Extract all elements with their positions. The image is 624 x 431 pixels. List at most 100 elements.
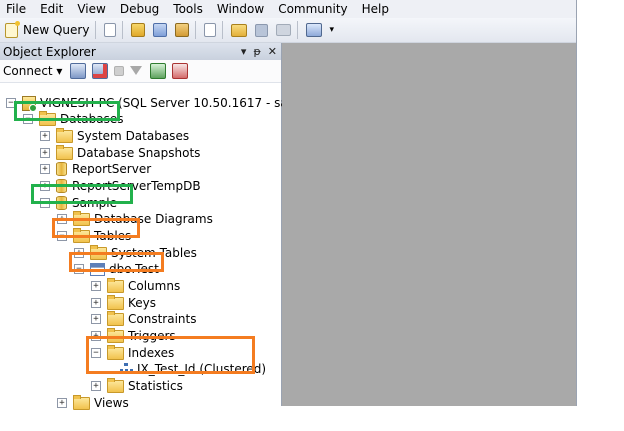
folder-icon	[56, 127, 73, 143]
expand-icon[interactable]: +	[57, 214, 67, 224]
refresh-icon[interactable]	[150, 63, 167, 79]
tree-node-label: Database Diagrams	[94, 212, 213, 226]
collapse-icon[interactable]: −	[6, 98, 16, 108]
menu-edit[interactable]: Edit	[33, 0, 70, 18]
menu-file[interactable]: File	[0, 0, 33, 18]
index-icon	[120, 363, 133, 375]
connect-object-explorer-icon[interactable]	[70, 63, 87, 79]
tree-node-views[interactable]: + Views	[57, 394, 129, 411]
expand-icon[interactable]: +	[91, 281, 101, 291]
tree-node-indexes[interactable]: − Indexes	[91, 344, 175, 361]
tree-node-statistics[interactable]: + Statistics	[91, 377, 183, 394]
tree-node-vignesh-pc-sql-server-10-50-1617-sa[interactable]: − VIGNESH-PC (SQL Server 10.50.1617 - sa)	[6, 95, 293, 112]
collapse-icon[interactable]: −	[57, 231, 67, 241]
tree-node-constraints[interactable]: + Constraints	[91, 310, 196, 327]
folder-icon	[56, 144, 73, 160]
folder-icon	[90, 244, 107, 260]
menu-tools[interactable]: Tools	[166, 0, 210, 18]
tree-node-database-diagrams[interactable]: + Database Diagrams	[57, 210, 213, 227]
menu-window[interactable]: Window	[210, 0, 271, 18]
tree-node-database-snapshots[interactable]: + Database Snapshots	[40, 144, 201, 161]
connect-dropdown[interactable]: Connect ▾	[3, 64, 62, 78]
expand-icon[interactable]: +	[40, 131, 50, 141]
expand-icon[interactable]: +	[91, 331, 101, 341]
window-edge	[576, 0, 577, 406]
menu-help[interactable]: Help	[355, 0, 396, 18]
folder-icon	[73, 394, 90, 410]
menu-view[interactable]: View	[70, 0, 112, 18]
new-query-icon	[5, 20, 20, 38]
tree-node-label: Indexes	[128, 346, 175, 360]
toolbar-overflow-icon[interactable]: ▾	[329, 25, 334, 35]
folder-icon	[107, 310, 124, 326]
object-explorer-panel: Object Explorer ▾ ᵽ ✕ Connect ▾ − VIGNESH…	[0, 43, 292, 410]
tree-node-reportserver[interactable]: + ReportServer	[40, 161, 151, 177]
analysis-services-query-button[interactable]	[150, 20, 170, 40]
expand-icon[interactable]: +	[57, 398, 67, 408]
tree-node-label: Triggers	[128, 329, 176, 343]
table-icon	[90, 262, 105, 276]
tree-node-databases[interactable]: − Databases	[23, 110, 124, 127]
tree-node-ix-test-id-clustered[interactable]: IX_Test_Id (Clustered)	[120, 361, 266, 377]
open-file-button[interactable]	[228, 20, 250, 40]
tree-node-label: Keys	[128, 296, 157, 310]
tree-node-sample[interactable]: − Sample	[40, 195, 117, 211]
toolbar-separator	[195, 21, 197, 39]
filter-icon[interactable]	[130, 64, 144, 78]
new-file-button[interactable]	[101, 20, 119, 40]
expand-icon[interactable]: +	[91, 298, 101, 308]
print-icon	[276, 24, 292, 36]
expand-icon[interactable]: +	[91, 314, 101, 324]
new-query-label: New Query	[23, 23, 90, 37]
folder-icon	[107, 344, 124, 360]
tree-node-label: Columns	[128, 279, 181, 293]
expand-icon[interactable]: +	[40, 181, 50, 191]
collapse-icon[interactable]: −	[91, 348, 101, 358]
tree-node-label: VIGNESH-PC (SQL Server 10.50.1617 - sa)	[40, 96, 293, 110]
dmx-query-button[interactable]	[172, 20, 192, 40]
expand-icon[interactable]: +	[91, 381, 101, 391]
document-icon	[104, 23, 117, 37]
tree-node-dbo-test[interactable]: − dbo.Test	[74, 261, 159, 277]
menu-bar: File Edit View Debug Tools Window Commun…	[0, 0, 576, 18]
tree-node-label: ReportServer	[72, 162, 152, 176]
activity-icon[interactable]	[172, 63, 189, 79]
stop-icon[interactable]	[114, 66, 125, 76]
save-button[interactable]	[252, 20, 271, 40]
menu-debug[interactable]: Debug	[113, 0, 166, 18]
tree-node-label: Tables	[94, 229, 132, 243]
standard-toolbar: New Query ▾	[0, 18, 576, 43]
activity-monitor-icon	[306, 23, 323, 37]
folder-icon	[39, 110, 56, 126]
new-query-button[interactable]: New Query	[2, 20, 92, 40]
server-icon	[22, 95, 37, 112]
tree-node-reportservertempdb[interactable]: + ReportServerTempDB	[40, 178, 201, 194]
collapse-icon[interactable]: −	[40, 198, 50, 208]
tree-node-tables[interactable]: − Tables	[57, 227, 132, 244]
tree-node-system-databases[interactable]: + System Databases	[40, 127, 189, 144]
folder-icon	[107, 294, 124, 310]
tree-node-triggers[interactable]: + Triggers	[91, 327, 176, 344]
disconnect-icon[interactable]	[92, 63, 109, 79]
tree-node-label: Database Snapshots	[77, 146, 201, 160]
activity-monitor-button[interactable]	[303, 20, 325, 40]
folder-icon	[73, 227, 90, 243]
tree-node-system-tables[interactable]: + System Tables	[74, 244, 197, 261]
tree-node-keys[interactable]: + Keys	[91, 294, 157, 311]
menu-community[interactable]: Community	[271, 0, 354, 18]
new-document-button[interactable]	[201, 20, 219, 40]
tree-node-label: IX_Test_Id (Clustered)	[137, 362, 267, 376]
expand-icon[interactable]: +	[40, 148, 50, 158]
analysis-query-icon	[153, 23, 168, 37]
tree-node-columns[interactable]: + Columns	[91, 277, 181, 294]
expand-icon[interactable]: +	[40, 164, 50, 174]
collapse-icon[interactable]: −	[23, 114, 33, 124]
close-icon[interactable]: ✕	[268, 43, 277, 60]
collapse-icon[interactable]: −	[74, 264, 84, 274]
window-position-icon[interactable]: ▾	[241, 43, 247, 60]
database-engine-query-button[interactable]	[128, 20, 148, 40]
auto-hide-pin-icon[interactable]: ᵽ	[253, 43, 260, 60]
object-explorer-toolbar: Connect ▾	[0, 60, 281, 83]
print-button[interactable]	[273, 20, 294, 40]
expand-icon[interactable]: +	[74, 248, 84, 258]
